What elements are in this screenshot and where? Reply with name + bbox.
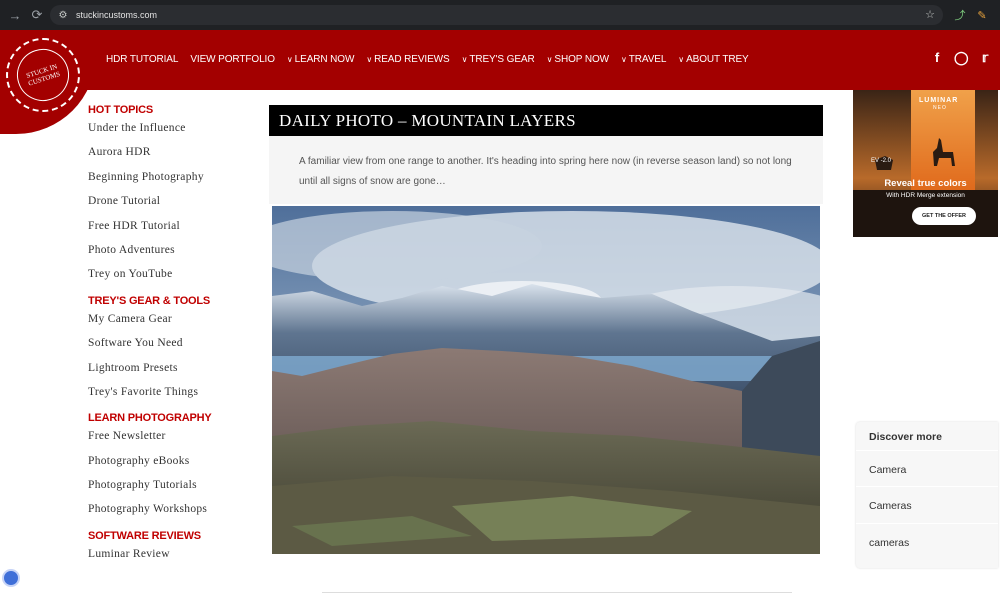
back-arrow-icon[interactable]: →: [4, 4, 26, 26]
nav-item-trey-s-gear[interactable]: ∨ TREY'S GEAR: [462, 54, 535, 65]
chevron-down-icon: ∨: [546, 55, 553, 64]
luminar-ad[interactable]: LUMINAR NEO EV -2.0 Reveal true colors W…: [853, 90, 998, 237]
sidebar-link[interactable]: Trey's Favorite Things: [88, 386, 258, 410]
sidebar-link[interactable]: My Camera Gear: [88, 313, 258, 337]
sidebar-link[interactable]: Trey on YouTube: [88, 268, 258, 292]
chevron-down-icon: ∨: [620, 55, 627, 64]
bookmark-star-icon[interactable]: ☆: [925, 8, 935, 21]
sidebar-link[interactable]: Photography Workshops: [88, 503, 258, 527]
sidebar-link[interactable]: Photo Adventures: [88, 244, 258, 268]
chevron-down-icon: ∨: [286, 55, 293, 64]
sidebar-link[interactable]: Photography Tutorials: [88, 479, 258, 503]
sidebar-link[interactable]: Free Newsletter: [88, 430, 258, 454]
discover-item[interactable]: Camera: [869, 464, 906, 476]
chevron-down-icon: ∨: [461, 55, 468, 64]
nav-item-learn-now[interactable]: ∨ LEARN NOW: [286, 54, 355, 65]
discover-divider: [856, 450, 998, 451]
sidebar-link[interactable]: Free HDR Tutorial: [88, 220, 258, 244]
nav-item-view-portfolio[interactable]: VIEW PORTFOLIO: [190, 54, 275, 65]
nav-item-label: SHOP NOW: [554, 54, 609, 65]
sidebar-heading: LEARN PHOTOGRAPHY: [88, 412, 212, 425]
ad-cta-button[interactable]: GET THE OFFER: [912, 207, 976, 225]
sidebar-link[interactable]: Lightroom Presets: [88, 362, 258, 386]
nav-item-label: TRAVEL: [628, 54, 667, 65]
twitter-icon[interactable]: 𝕣: [978, 50, 992, 66]
sidebar-link[interactable]: Aurora HDR: [88, 146, 258, 170]
nav-item-label: TREY'S GEAR: [469, 54, 535, 65]
privacy-shield-icon[interactable]: [2, 569, 20, 587]
sidebar-link[interactable]: Photography eBooks: [88, 455, 258, 479]
chevron-down-icon: ∨: [678, 55, 685, 64]
discover-divider: [856, 486, 998, 487]
discover-more-panel: Discover more Camera Cameras cameras: [856, 422, 998, 568]
ad-brand: LUMINAR: [919, 97, 959, 104]
sidebar-heading: HOT TOPICS: [88, 104, 154, 116]
ad-headline: Reveal true colors: [884, 178, 967, 189]
post-excerpt: A familiar view from one range to anothe…: [269, 136, 823, 204]
mountain-photo: [272, 206, 820, 554]
sidebar-heading: TREY'S GEAR & TOOLS: [88, 294, 211, 307]
discover-divider: [856, 523, 998, 524]
post-photo[interactable]: [272, 206, 820, 554]
ad-brand-sub: NEO: [933, 105, 947, 111]
chevron-down-icon: ∨: [366, 55, 373, 64]
site-logo[interactable]: STUCK IN CUSTOMS: [6, 38, 80, 112]
sidebar-link[interactable]: Drone Tutorial: [88, 195, 258, 219]
facebook-icon[interactable]: f: [930, 50, 944, 66]
nav-item-label: HDR TUTORIAL: [106, 54, 179, 65]
nav-item-label: READ REVIEWS: [374, 54, 450, 65]
nav-item-shop-now[interactable]: ∨ SHOP NOW: [547, 54, 609, 65]
post-title[interactable]: DAILY PHOTO – MOUNTAIN LAYERS: [269, 105, 823, 136]
site-header: HDR TUTORIAL VIEW PORTFOLIO ∨ LEARN NOW ∨ REA…: [0, 30, 1000, 90]
pen-extension-icon[interactable]: ✎: [974, 7, 990, 23]
sidebar-link[interactable]: Software You Need: [88, 337, 258, 361]
nav-item-hdr-tutorial[interactable]: HDR TUTORIAL: [106, 54, 178, 65]
tune-icon[interactable]: ⚙: [56, 8, 70, 22]
instagram-icon[interactable]: ◯: [954, 50, 969, 66]
content-divider: [322, 592, 792, 593]
reload-icon[interactable]: ⟳: [26, 4, 48, 26]
discover-item[interactable]: Cameras: [869, 500, 912, 512]
discover-item[interactable]: cameras: [869, 537, 909, 549]
nav-item-label: LEARN NOW: [294, 54, 355, 65]
sidebar-link[interactable]: Under the Influence: [88, 122, 258, 146]
sidebar-heading: SOFTWARE REVIEWS: [88, 529, 201, 542]
social-links: f ◯ 𝕣: [930, 50, 992, 66]
address-bar[interactable]: ⚙ stuckincustoms.com ☆: [50, 5, 943, 25]
sidebar: HOT TOPICS Under the Influence Aurora HDR B…: [88, 104, 258, 572]
url-text[interactable]: stuckincustoms.com: [76, 10, 157, 20]
sidebar-link[interactable]: Luminar Review: [88, 548, 258, 572]
ad-subline: With HDR Merge extension: [886, 192, 965, 199]
nav-item-read-reviews[interactable]: ∨ READ REVIEWS: [366, 54, 449, 65]
nav-item-about-trey[interactable]: ∨ ABOUT TREY: [678, 54, 748, 65]
logo-text: STUCK IN CUSTOMS: [10, 42, 76, 108]
ad-ev-label: EV -2.0: [871, 158, 892, 164]
browser-toolbar: → ⟳ ⚙ stuckincustoms.com ☆ ⤴ ✎: [0, 0, 1000, 30]
extension-icon[interactable]: ⤴: [952, 7, 968, 23]
nav-item-label: VIEW PORTFOLIO: [190, 54, 275, 65]
sidebar-link[interactable]: Beginning Photography: [88, 171, 258, 195]
nav-item-travel[interactable]: ∨ TRAVEL: [621, 54, 666, 65]
main-nav: HDR TUTORIAL VIEW PORTFOLIO ∨ LEARN NOW ∨ REA…: [106, 54, 761, 65]
discover-heading: Discover more: [869, 431, 942, 443]
nav-item-label: ABOUT TREY: [686, 54, 749, 65]
